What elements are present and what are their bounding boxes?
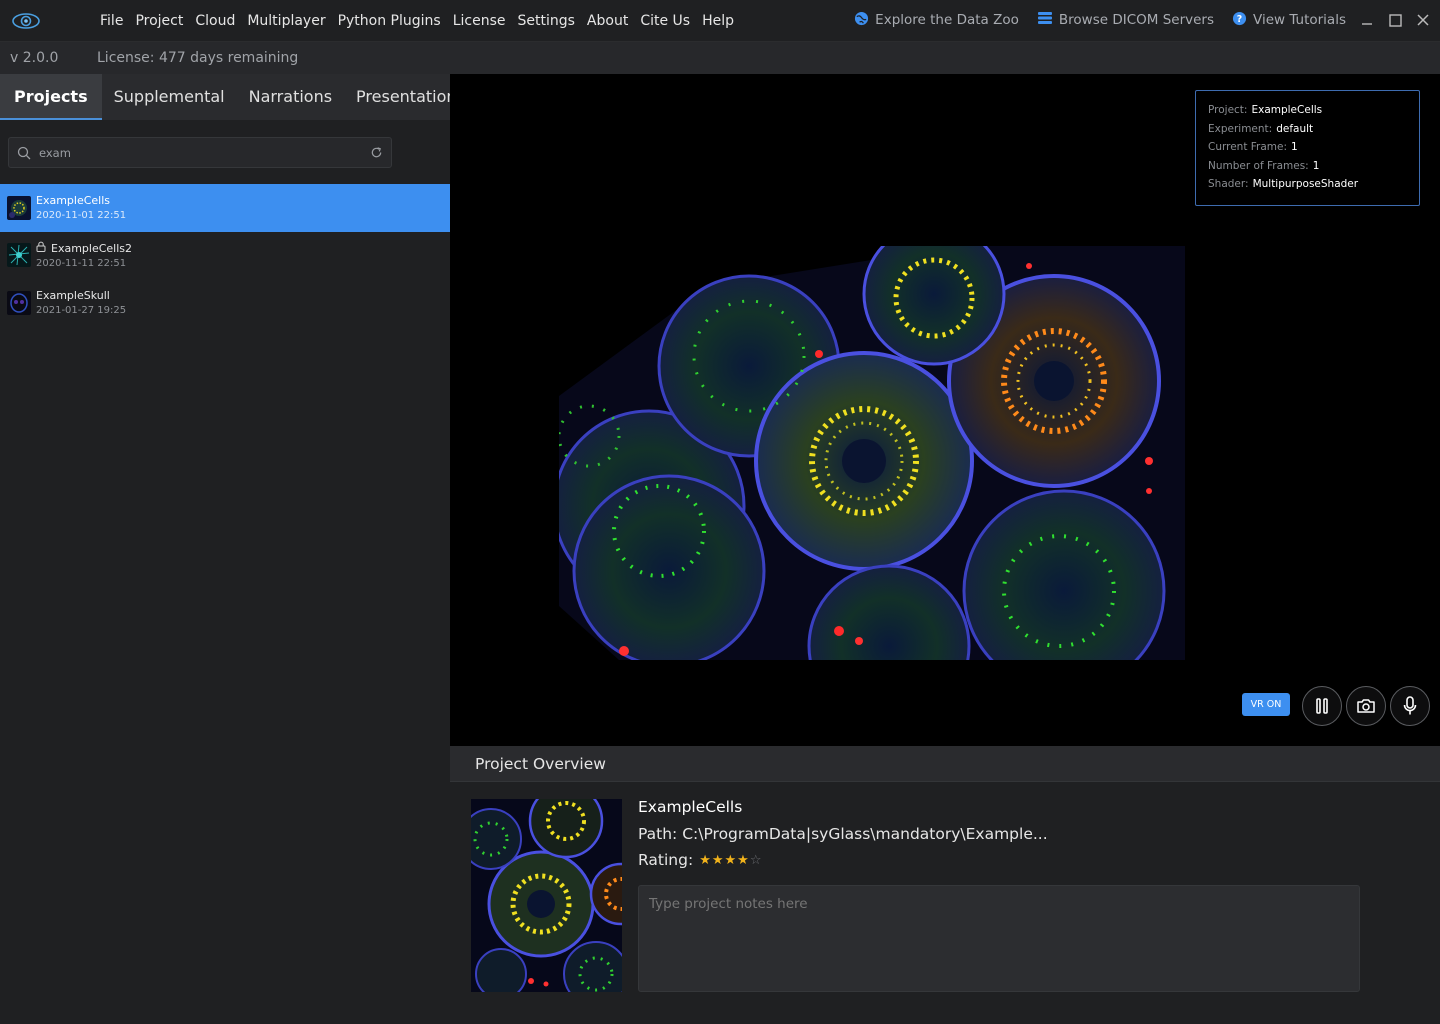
info-frame-label: Current Frame:	[1208, 141, 1288, 153]
menu-about[interactable]: About	[581, 0, 634, 42]
project-notes-input[interactable]	[638, 885, 1360, 992]
vr-on-button[interactable]: VR ON	[1242, 693, 1290, 716]
title-bar: File Project Cloud Multiplayer Python Pl…	[0, 0, 1440, 42]
svg-text:?: ?	[1237, 13, 1242, 24]
3d-viewport[interactable]: Project: ExampleCells Experiment: default …	[450, 74, 1440, 746]
explore-data-zoo-link[interactable]: Explore the Data Zoo	[854, 11, 1019, 30]
tab-projects[interactable]: Projects	[0, 74, 102, 120]
status-bar: v 2.0.0 License: 477 days remaining	[0, 42, 1440, 74]
project-overview-name: ExampleCells	[638, 798, 743, 816]
refresh-icon[interactable]	[361, 146, 391, 159]
view-tutorials-label: View Tutorials	[1253, 12, 1346, 28]
search-input[interactable]	[39, 145, 361, 160]
panel-tabs: Projects Supplemental Narrations Present…	[0, 74, 465, 120]
camera-icon	[1357, 699, 1375, 713]
project-thumbnail	[7, 290, 31, 315]
info-project-value: ExampleCells	[1251, 104, 1323, 116]
search-icon	[9, 146, 39, 160]
info-frame-value: 1	[1291, 141, 1298, 153]
menu-license[interactable]: License	[447, 0, 512, 42]
maximize-icon[interactable]	[1388, 13, 1402, 27]
globe-icon	[854, 11, 869, 30]
close-icon[interactable]	[1416, 13, 1430, 27]
project-date: 2020-11-11 22:51	[36, 258, 127, 270]
project-rating: Rating: ★ ★ ★ ★ ☆	[638, 851, 761, 869]
server-icon	[1037, 11, 1053, 29]
tab-supplemental[interactable]: Supplemental	[102, 74, 237, 120]
browse-dicom-servers-label: Browse DICOM Servers	[1058, 12, 1214, 28]
explore-data-zoo-label: Explore the Data Zoo	[875, 12, 1019, 28]
pause-button[interactable]	[1302, 686, 1342, 726]
project-date: 2020-11-01 22:51	[36, 210, 127, 222]
project-name: ExampleSkull	[36, 289, 110, 303]
star-icon[interactable]: ☆	[750, 853, 762, 868]
pause-icon	[1316, 698, 1328, 714]
project-item-examplecells[interactable]: ExampleCells 2020-11-01 22:51	[0, 184, 450, 232]
version-label: v 2.0.0	[10, 50, 59, 66]
record-audio-button[interactable]	[1390, 686, 1430, 726]
window-controls	[1360, 0, 1430, 40]
project-overview-title: Project Overview	[450, 746, 1440, 782]
info-experiment-value: default	[1276, 122, 1314, 135]
rating-label: Rating:	[638, 851, 694, 869]
info-project-label: Project:	[1208, 104, 1248, 116]
screenshot-button[interactable]	[1346, 686, 1386, 726]
project-browser-panel: Projects Supplemental Narrations Present…	[0, 74, 465, 1024]
main-menu: File Project Cloud Multiplayer Python Pl…	[94, 0, 740, 42]
menu-help[interactable]: Help	[696, 0, 740, 42]
project-item-exampleskull[interactable]: ExampleSkull 2021-01-27 19:25	[0, 279, 450, 327]
info-frames-value: 1	[1312, 159, 1320, 172]
menu-python-plugins[interactable]: Python Plugins	[332, 0, 447, 42]
project-search-box	[8, 137, 392, 168]
volume-render-image	[559, 246, 1185, 660]
project-overview-thumbnail	[471, 799, 622, 992]
microphone-icon	[1403, 696, 1417, 715]
menu-file[interactable]: File	[94, 0, 129, 42]
info-shader-label: Shader:	[1208, 178, 1249, 190]
project-info-box: Project: ExampleCells Experiment: default …	[1195, 90, 1420, 206]
browse-dicom-servers-link[interactable]: Browse DICOM Servers	[1037, 11, 1214, 29]
menu-multiplayer[interactable]: Multiplayer	[241, 0, 331, 42]
project-thumbnail	[7, 195, 31, 220]
info-experiment-label: Experiment:	[1208, 122, 1273, 135]
star-icon[interactable]: ★	[737, 853, 749, 868]
project-date: 2021-01-27 19:25	[36, 305, 127, 317]
star-icon[interactable]: ★	[712, 853, 724, 868]
rating-stars[interactable]: ★ ★ ★ ★ ☆	[699, 853, 761, 868]
project-thumbnail	[7, 243, 31, 268]
app-logo-icon[interactable]	[8, 7, 44, 35]
project-overview-path: Path: C:\ProgramData|syGlass\mandatory\E…	[638, 825, 1048, 843]
lock-icon	[36, 241, 46, 255]
minimize-icon[interactable]	[1360, 13, 1374, 27]
menu-project[interactable]: Project	[129, 0, 189, 42]
star-icon[interactable]: ★	[725, 853, 737, 868]
info-shader-value: MultipurposeShader	[1252, 178, 1359, 190]
help-circle-icon: ?	[1232, 11, 1247, 30]
project-name: ExampleCells	[36, 194, 111, 208]
license-status: License: 477 days remaining	[97, 50, 299, 66]
project-name: ExampleCells2	[51, 241, 133, 255]
menu-cloud[interactable]: Cloud	[189, 0, 241, 42]
menu-cite-us[interactable]: Cite Us	[634, 0, 696, 42]
top-links: Explore the Data Zoo Browse DICOM Server…	[854, 0, 1346, 40]
star-icon[interactable]: ★	[699, 853, 711, 868]
tab-narrations[interactable]: Narrations	[237, 74, 344, 120]
project-item-examplecells2[interactable]: ExampleCells2 2020-11-11 22:51	[0, 232, 450, 280]
project-overview-panel: Project Overview ExampleCells Path: C:\P…	[450, 746, 1440, 1024]
menu-settings[interactable]: Settings	[512, 0, 581, 42]
project-list: ExampleCells 2020-11-01 22:51 ExampleCel…	[0, 184, 450, 327]
view-tutorials-link[interactable]: ? View Tutorials	[1232, 11, 1346, 30]
info-frames-label: Number of Frames:	[1208, 159, 1309, 172]
